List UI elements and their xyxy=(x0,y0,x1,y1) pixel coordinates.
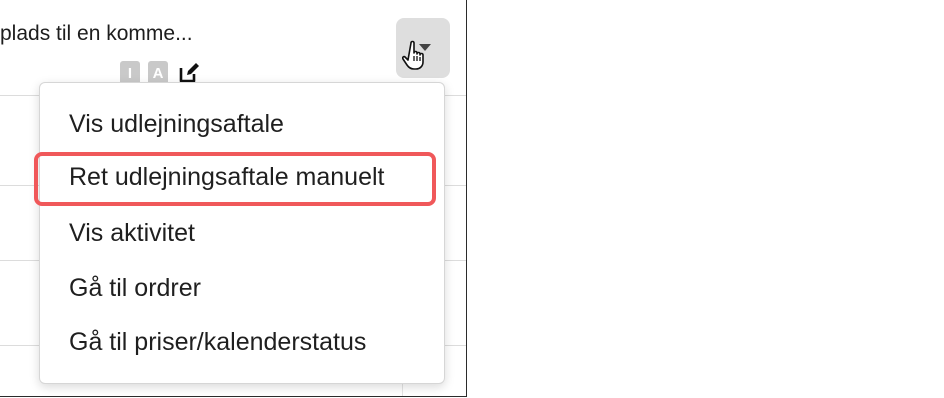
highlight-annotation xyxy=(34,152,436,206)
actions-dropdown-menu: Vis udlejningsaftale Ret udlejningsaftal… xyxy=(39,82,445,384)
actions-dropdown-toggle[interactable] xyxy=(396,18,450,78)
menu-item-ga-til-ordrer[interactable]: Gå til ordrer xyxy=(69,274,201,303)
menu-item-vis-aktivitet[interactable]: Vis aktivitet xyxy=(69,219,195,248)
menu-item-vis-udlejningsaftale[interactable]: Vis udlejningsaftale xyxy=(69,110,284,139)
cell-title: plads til en komme... xyxy=(0,22,193,45)
menu-item-ga-til-priser-kalenderstatus[interactable]: Gå til priser/kalenderstatus xyxy=(69,328,366,357)
hand-pointer-icon xyxy=(402,40,424,70)
screenshot-frame: plads til en komme... I A Vis udlejnings… xyxy=(0,0,467,397)
